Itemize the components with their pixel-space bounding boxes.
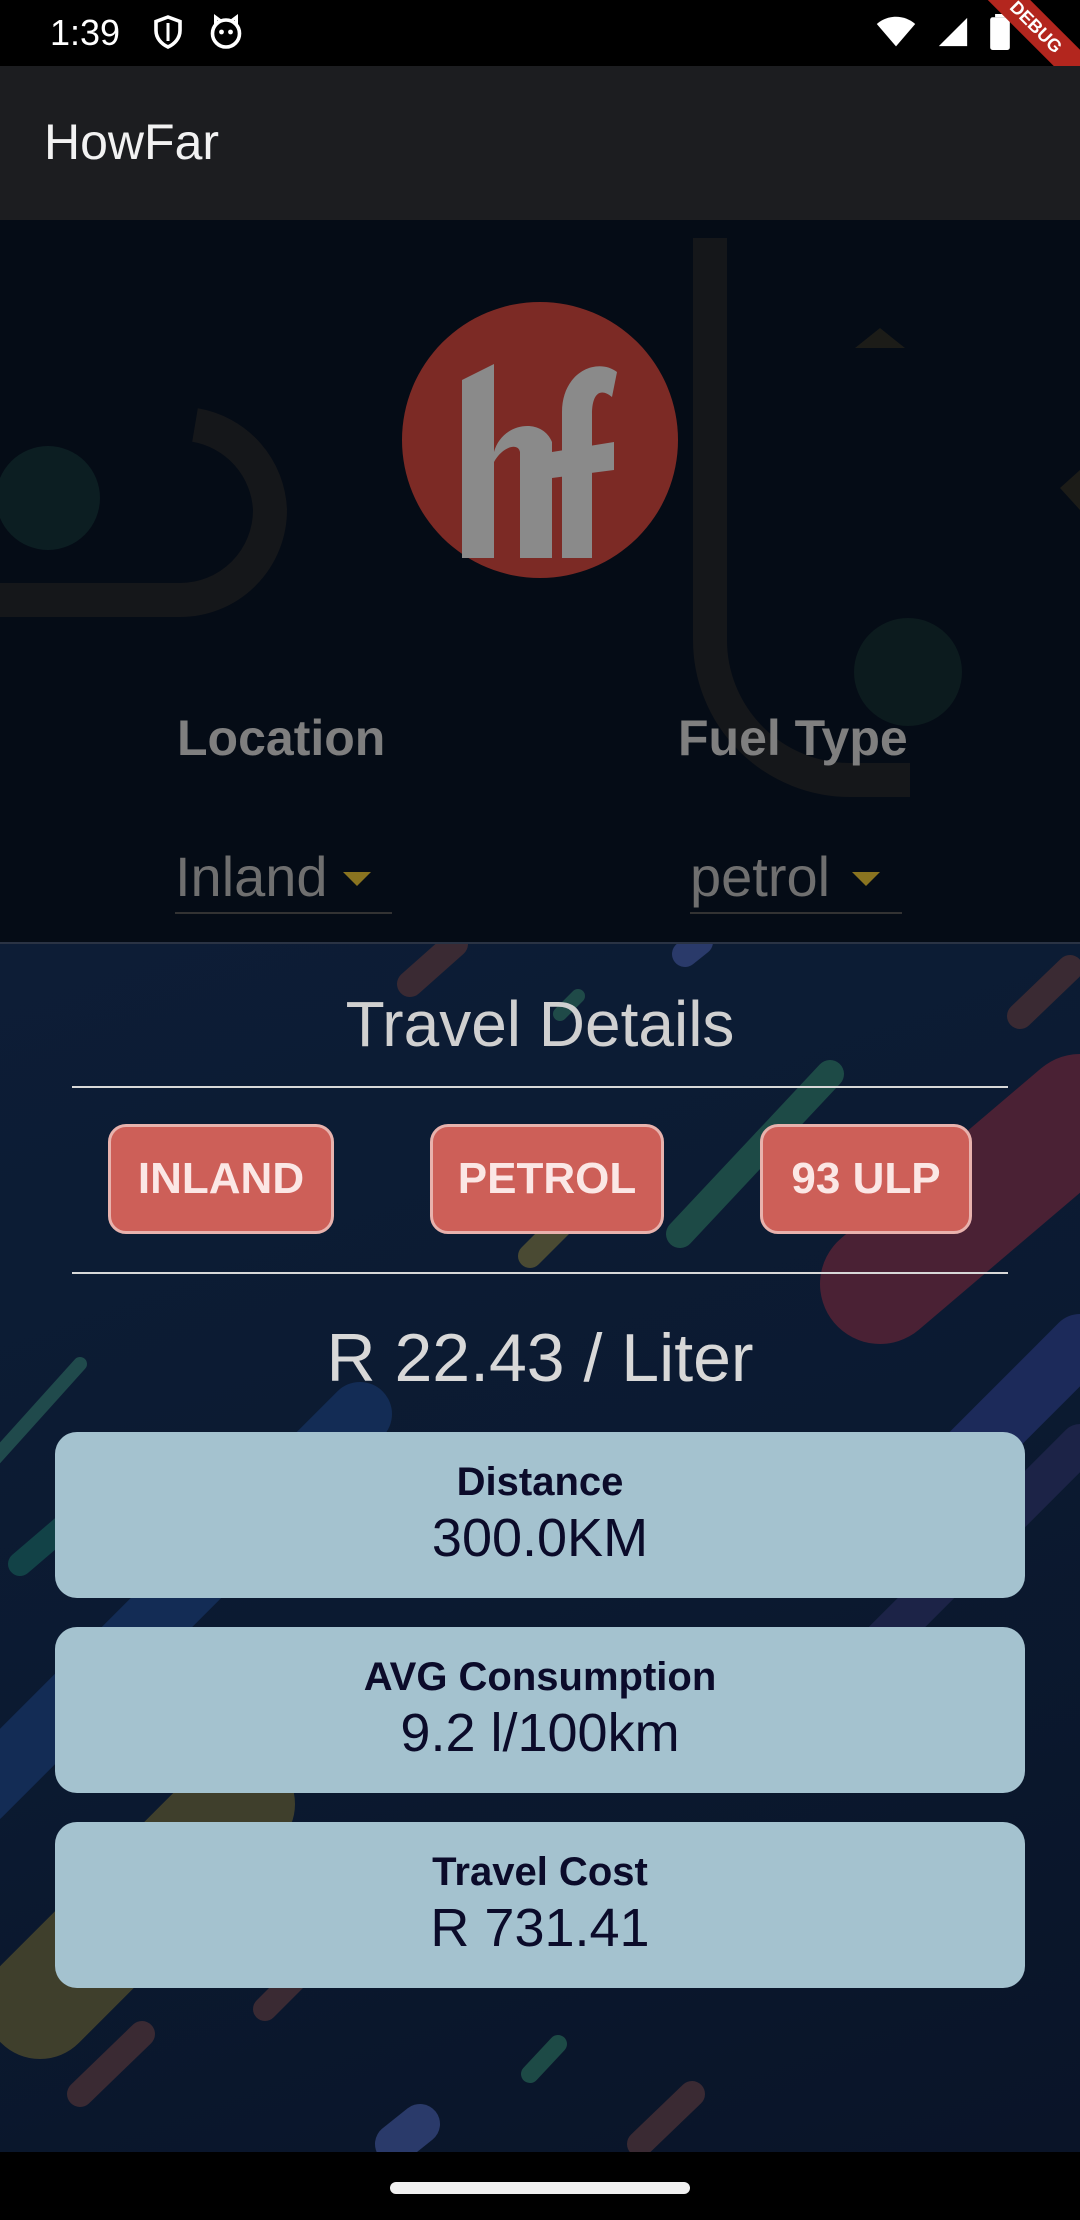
avg-consumption-value: 9.2 l/100km (400, 1703, 680, 1763)
fuel-type-chip: PETROL (430, 1124, 664, 1234)
dropdown-arrow-icon (343, 872, 371, 886)
dropdown-arrow-icon (852, 872, 880, 886)
cat-face-icon (208, 14, 244, 55)
location-chip: INLAND (108, 1124, 334, 1234)
app-screen: 1:39 DEBUG HowFar Location Fuel Type Inl… (0, 0, 1080, 2220)
travel-cost-card: Travel Cost R 731.41 (55, 1822, 1025, 1988)
app-title: HowFar (44, 114, 220, 170)
divider (72, 1272, 1008, 1274)
app-bar: HowFar (0, 66, 1080, 220)
status-time: 1:39 (50, 12, 121, 53)
hf-logo-icon (462, 364, 617, 558)
location-dropdown[interactable]: Inland (175, 842, 392, 914)
selection-panel: Location Fuel Type Inland petrol (0, 220, 1080, 942)
distance-label: Distance (456, 1460, 624, 1504)
location-value: Inland (175, 845, 328, 908)
navigation-bar (0, 2152, 1080, 2220)
status-left-icons (150, 14, 244, 55)
status-bar: 1:39 DEBUG (0, 0, 1080, 95)
fuel-type-label: Fuel Type (678, 710, 908, 766)
avg-consumption-label: AVG Consumption (363, 1655, 717, 1699)
fuel-price: R 22.43 / Liter (326, 1320, 754, 1396)
distance-card: Distance 300.0KM (55, 1432, 1025, 1598)
travel-cost-value: R 731.41 (430, 1898, 650, 1958)
status-right-icons (876, 14, 1010, 55)
divider (72, 1086, 1008, 1088)
shield-icon (150, 14, 186, 55)
fuel-type-dropdown[interactable]: petrol (690, 842, 902, 914)
fuel-type-value: petrol (690, 845, 831, 908)
location-label: Location (177, 710, 386, 766)
fuel-grade-chip: 93 ULP (760, 1124, 972, 1234)
signal-icon (936, 15, 970, 54)
travel-details-title: Travel Details (345, 988, 735, 1060)
avg-consumption-card: AVG Consumption 9.2 l/100km (55, 1627, 1025, 1793)
home-indicator[interactable] (390, 2182, 690, 2194)
travel-cost-label: Travel Cost (432, 1850, 648, 1894)
app-logo (402, 302, 678, 578)
wifi-icon (876, 16, 916, 53)
travel-details-panel: Travel Details INLAND PETROL 93 ULP R 22… (0, 942, 1080, 2154)
distance-value: 300.0KM (431, 1508, 649, 1568)
